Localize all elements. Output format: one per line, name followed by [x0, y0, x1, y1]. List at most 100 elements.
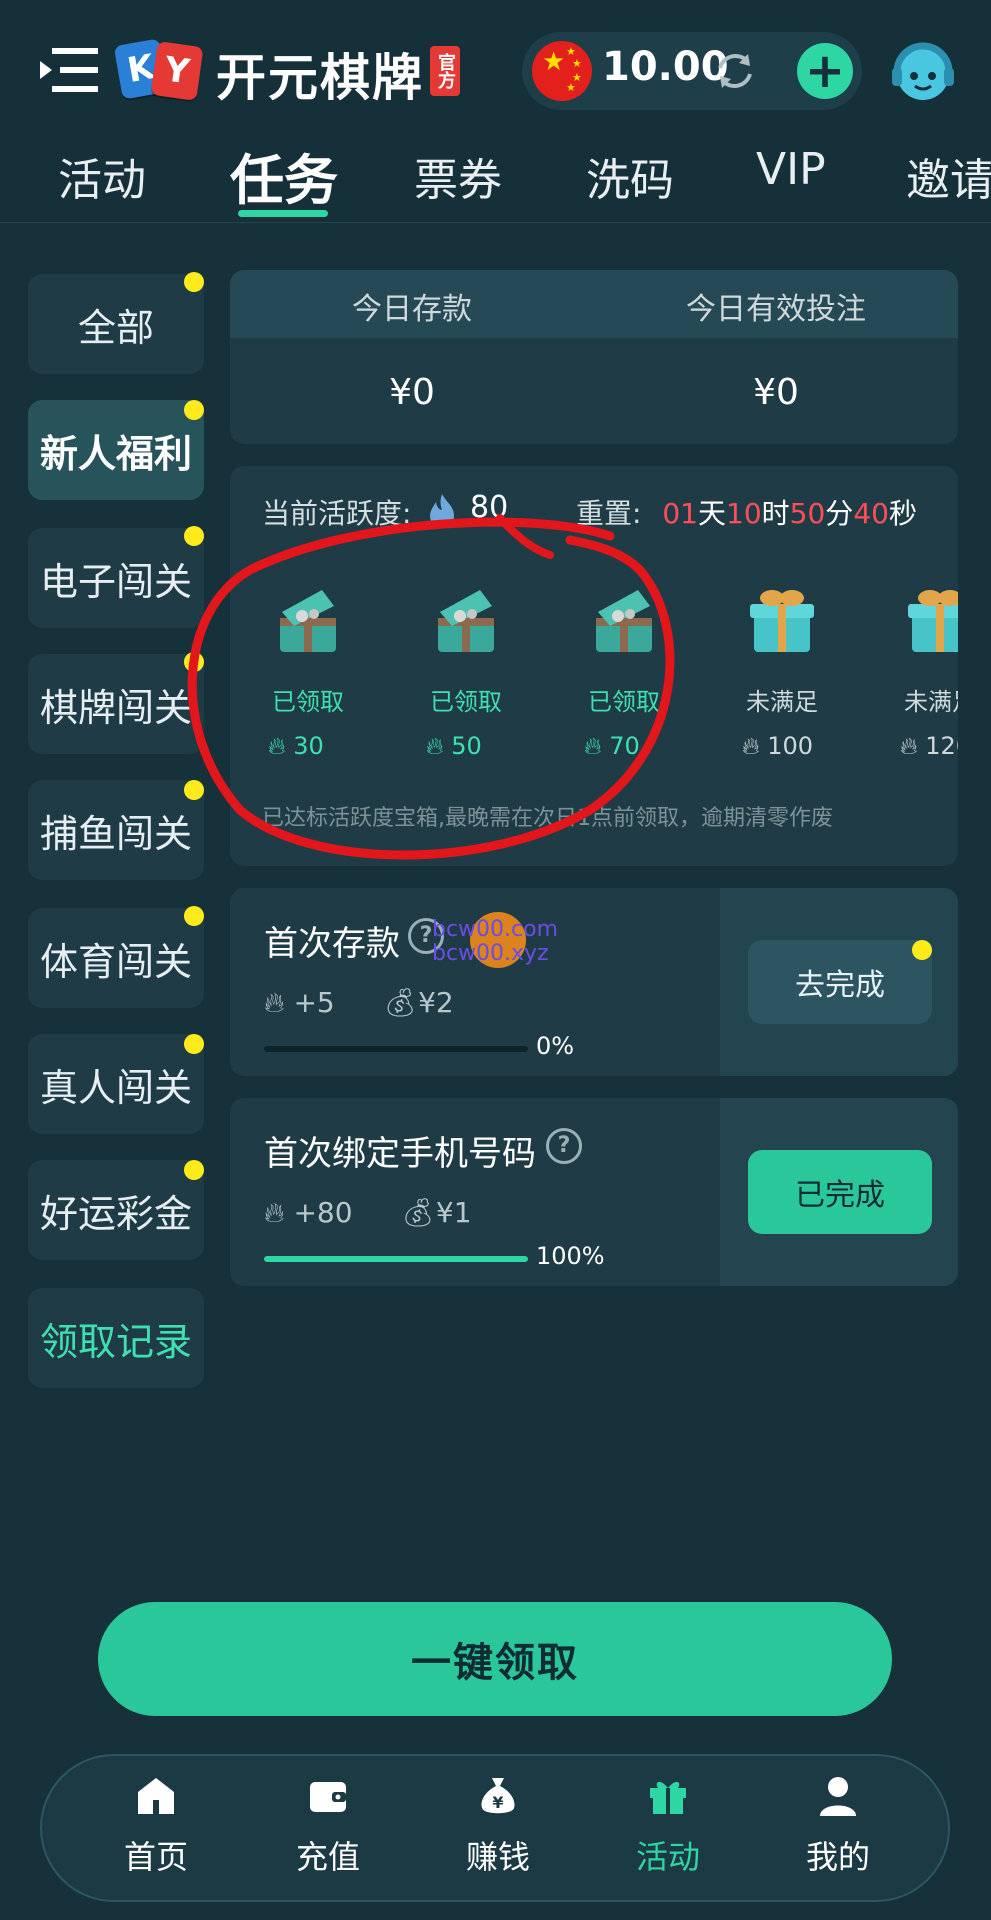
tab-rebate[interactable]: 洗码 — [586, 144, 674, 208]
customer-service-icon[interactable] — [888, 36, 958, 106]
reset-hours: 10 — [726, 497, 762, 530]
active-tab-indicator — [238, 210, 328, 217]
task-progress-fill — [264, 1256, 528, 1262]
today-stats-card: 今日存款 今日有效投注 ¥0 ¥0 — [230, 270, 958, 444]
money-bag-icon: 💰︎ — [382, 986, 419, 1019]
official-badge-text: 官方 — [435, 53, 456, 89]
notification-dot — [184, 1034, 204, 1054]
today-valid-bet-value: ¥0 — [753, 372, 799, 413]
flame-icon: 🔥︎ — [264, 1196, 285, 1229]
reset-seconds-unit: 秒 — [888, 497, 917, 530]
activity-chest-100[interactable]: 未满足 🔥︎ 100 — [722, 582, 872, 782]
watermark-line2: bcw00.xyz — [432, 941, 549, 966]
top-tab-bar: 活动 任务 票券 洗码 VIP 邀请 — [0, 140, 991, 223]
tab-tickets[interactable]: 票券 — [414, 144, 502, 208]
sidebar-item-lucky-bonus[interactable]: 好运彩金 — [28, 1160, 204, 1260]
balance-amount: 10.00 — [602, 44, 729, 90]
svg-text:¥: ¥ — [492, 1793, 503, 1812]
sidebar-item-label: 好运彩金 — [39, 1191, 192, 1236]
today-deposit-label: 今日存款 — [352, 292, 472, 327]
gift-icon — [650, 1781, 686, 1814]
money-reward: ¥1 — [435, 1196, 472, 1229]
official-badge: 官方 — [430, 46, 460, 96]
sidebar-item-claim-records[interactable]: 领取记录 — [28, 1288, 204, 1388]
nav-home[interactable]: 首页 — [96, 1774, 216, 1884]
activity-reward: +80 — [293, 1196, 353, 1229]
chest-points: 🔥︎ 100 — [742, 732, 813, 760]
nav-activity[interactable]: 活动 — [608, 1774, 728, 1884]
nav-label: 赚钱 — [465, 1838, 530, 1876]
task-card-first-deposit: 首次存款 ? 🔥︎ +5 💰︎¥2 0% 去完成 — [230, 888, 958, 1076]
nav-label: 充值 — [295, 1838, 360, 1876]
app-header: K Y 开元棋牌 官方 ★ ★ ★ ★ ★ 10.00 + — [0, 0, 991, 140]
task-rewards: 🔥︎ +80 💰︎¥1 — [264, 1196, 472, 1230]
notification-dot — [912, 940, 932, 960]
task-progress-text: 100% — [536, 1242, 605, 1270]
task-progress-bar — [264, 1046, 528, 1052]
nav-recharge[interactable]: 充值 — [268, 1774, 388, 1884]
tab-vip[interactable]: VIP — [756, 144, 826, 195]
task-title: 首次绑定手机号码 — [264, 1134, 536, 1174]
bottom-nav-bar: 首页 充值 ¥ 赚钱 活动 我的 — [40, 1754, 950, 1902]
ky-logo: K Y — [113, 36, 206, 106]
flame-icon: 🔥︎ — [264, 986, 285, 1019]
plus-icon[interactable]: + — [797, 43, 853, 99]
nav-label: 首页 — [123, 1838, 188, 1876]
brand-name: 开元棋牌 — [216, 49, 424, 107]
nav-earn[interactable]: ¥ 赚钱 — [438, 1774, 558, 1884]
activity-chest-120[interactable]: 未满足 🔥︎ 120 — [880, 582, 958, 782]
money-bag-icon: ¥ — [481, 1778, 515, 1814]
sidebar-item-all[interactable]: 全部 — [28, 274, 204, 374]
money-reward: ¥2 — [418, 986, 454, 1019]
wallet-icon — [310, 1782, 346, 1812]
sidebar-item-newbie-benefits[interactable]: 新人福利 — [28, 400, 204, 500]
activity-reward: +5 — [293, 986, 335, 1019]
task-progress-bar — [264, 1256, 528, 1262]
tab-activity[interactable]: 活动 — [58, 144, 146, 208]
go-complete-button[interactable]: 去完成 — [748, 940, 932, 1024]
chest-status: 未满足 — [904, 688, 958, 716]
reset-seconds: 40 — [853, 497, 889, 530]
tab-invite[interactable]: 邀请 — [906, 144, 991, 208]
help-icon[interactable]: ? — [546, 1128, 582, 1164]
sidebar-item-label: 体育闯关 — [39, 939, 192, 984]
chest-status: 未满足 — [746, 688, 818, 716]
nav-mine[interactable]: 我的 — [778, 1774, 898, 1884]
china-flag-icon[interactable]: ★ ★ ★ ★ ★ — [532, 41, 592, 101]
today-deposit-value: ¥0 — [389, 372, 435, 413]
today-valid-bet-label: 今日有效投注 — [686, 292, 866, 327]
red-circle-annotation — [187, 514, 675, 860]
flame-icon: 🔥︎ — [742, 732, 760, 760]
notification-dot — [184, 272, 204, 292]
gift-box-icon — [750, 590, 814, 652]
sidebar-item-label: 真人闯关 — [39, 1065, 192, 1110]
notification-dot — [184, 1160, 204, 1180]
claim-all-button[interactable]: 一键领取 — [98, 1602, 892, 1716]
notification-dot — [184, 400, 204, 420]
flame-icon: 🔥︎ — [900, 732, 918, 760]
task-progress-text: 0% — [536, 1032, 575, 1060]
reset-minutes-unit: 分 — [825, 497, 854, 530]
watermark-text: bcw00.com bcw00.xyz — [432, 918, 558, 966]
gift-box-icon — [908, 590, 958, 652]
reset-hours-unit: 时 — [761, 497, 790, 530]
completed-button[interactable]: 已完成 — [748, 1150, 932, 1234]
refresh-icon[interactable] — [712, 48, 758, 94]
sidebar-item-sports-challenge[interactable]: 体育闯关 — [28, 908, 204, 1008]
menu-icon[interactable] — [38, 44, 100, 96]
wallet-pill: ★ ★ ★ ★ ★ 10.00 + — [522, 32, 862, 110]
nav-label: 我的 — [805, 1838, 870, 1876]
chest-points-value: 120 — [925, 732, 958, 760]
user-icon — [820, 1777, 856, 1816]
chest-points: 🔥︎ 120 — [900, 732, 958, 760]
tab-tasks[interactable]: 任务 — [230, 136, 338, 215]
sidebar-item-label: 新人福利 — [39, 431, 192, 476]
notification-dot — [184, 906, 204, 926]
task-card-bind-phone: 首次绑定手机号码 ? 🔥︎ +80 💰︎¥1 100% 已完成 — [230, 1098, 958, 1286]
watermark-line1: bcw00.com — [432, 917, 559, 942]
sidebar-item-label: 全部 — [77, 305, 154, 350]
chest-points-value: 100 — [767, 732, 814, 760]
money-bag-icon: 💰︎ — [400, 1196, 436, 1229]
logo-y-tile: Y — [150, 41, 204, 101]
sidebar-item-live-challenge[interactable]: 真人闯关 — [28, 1034, 204, 1134]
